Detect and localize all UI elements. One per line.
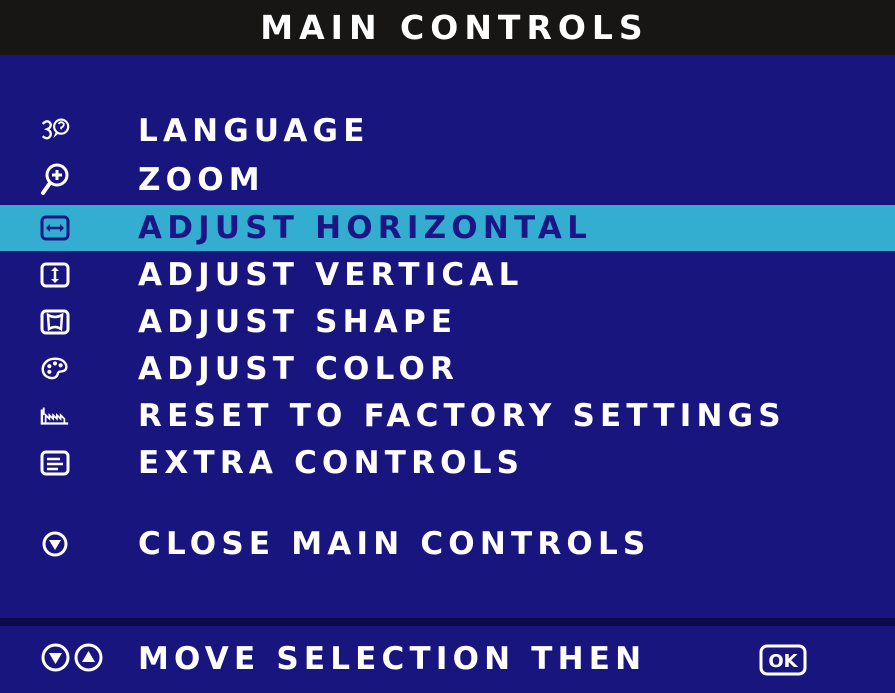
language-icon — [40, 112, 70, 150]
footer-hint-text: MOVE SELECTION THEN — [138, 641, 647, 677]
menu-item-label: CLOSE MAIN CONTROLS — [138, 526, 651, 562]
menu-item-zoom[interactable]: ZOOM — [0, 157, 895, 203]
horizontal-arrows-icon — [40, 209, 70, 247]
down-arrow-circle-icon[interactable] — [40, 642, 71, 676]
down-arrow-circle-icon — [40, 525, 70, 563]
menu-item-adjust-shape[interactable]: ADJUST SHAPE — [0, 299, 895, 345]
menu-item-reset-factory[interactable]: RESET TO FACTORY SETTINGS — [0, 393, 895, 439]
menu-item-label: ADJUST COLOR — [138, 351, 460, 387]
osd-title: MAIN CONTROLS — [0, 0, 895, 55]
footer-hint-bar: MOVE SELECTION THEN OK — [0, 626, 895, 693]
menu-item-label: RESET TO FACTORY SETTINGS — [138, 398, 786, 434]
palette-icon — [40, 350, 70, 388]
nav-arrows — [40, 642, 104, 676]
menu-item-label: ZOOM — [138, 162, 265, 198]
up-arrow-circle-icon[interactable] — [73, 642, 104, 676]
extra-controls-icon — [40, 444, 70, 482]
ok-button-icon[interactable]: OK — [759, 644, 807, 676]
menu-item-close-main-controls[interactable]: CLOSE MAIN CONTROLS — [0, 521, 895, 567]
ok-label: OK — [768, 651, 798, 672]
menu-item-label: EXTRA CONTROLS — [138, 445, 525, 481]
main-controls-osd: MAIN CONTROLS LANGUAGE ZOOM ADJUST HORIZ… — [0, 0, 895, 693]
menu-item-label: LANGUAGE — [138, 113, 370, 149]
menu-item-language[interactable]: LANGUAGE — [0, 108, 895, 154]
menu-item-label: ADJUST VERTICAL — [138, 257, 524, 293]
menu-item-adjust-vertical[interactable]: ADJUST VERTICAL — [0, 252, 895, 298]
menu-item-adjust-color[interactable]: ADJUST COLOR — [0, 346, 895, 392]
menu-item-extra-controls[interactable]: EXTRA CONTROLS — [0, 440, 895, 486]
menu-item-adjust-horizontal[interactable]: ADJUST HORIZONTAL — [0, 205, 895, 251]
zoom-icon — [40, 161, 70, 199]
menu-item-label: ADJUST HORIZONTAL — [138, 210, 593, 246]
vertical-arrows-icon — [40, 256, 70, 294]
shape-icon — [40, 303, 70, 341]
footer-divider — [0, 618, 895, 626]
factory-icon — [40, 397, 70, 435]
menu-item-label: ADJUST SHAPE — [138, 304, 458, 340]
